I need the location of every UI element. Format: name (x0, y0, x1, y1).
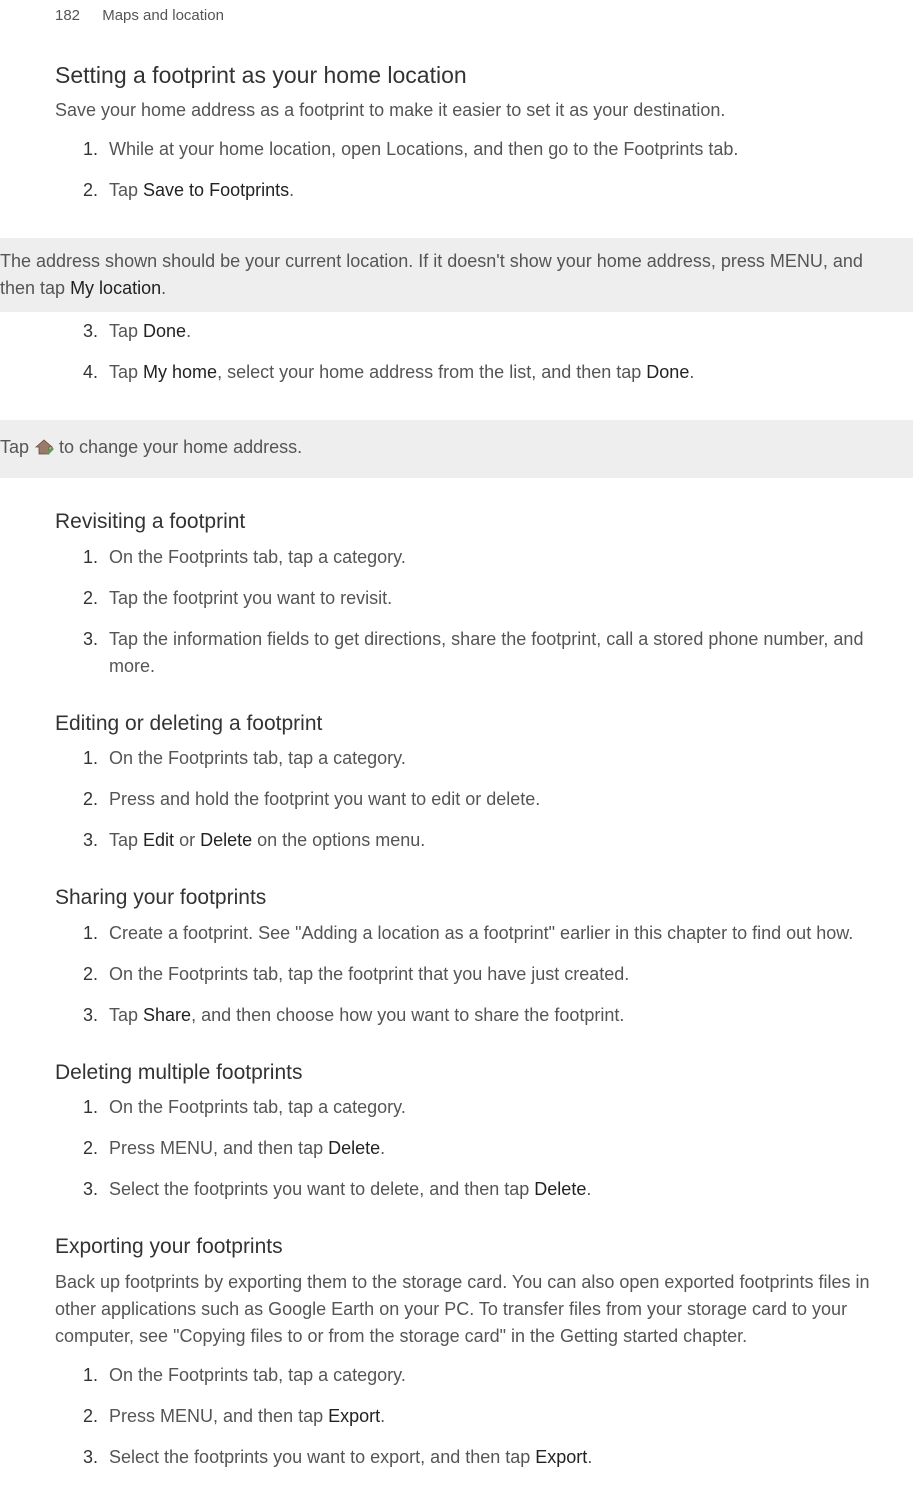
list-item: On the Footprints tab, tap a category. (103, 1094, 913, 1121)
list-item: Tap Save to Footprints. (103, 177, 913, 204)
list-item: Tap Done. (103, 318, 913, 345)
heading-exporting: Exporting your footprints (55, 1231, 913, 1263)
note-callout: The address shown should be your current… (0, 238, 913, 312)
page-number: 182 (55, 5, 80, 28)
list-item: Press and hold the footprint you want to… (103, 786, 913, 813)
list-item: Press MENU, and then tap Export. (103, 1403, 913, 1430)
heading-set-home: Setting a footprint as your home locatio… (55, 58, 913, 93)
list-item: On the Footprints tab, tap a category. (103, 745, 913, 772)
page-header: 182 Maps and location (0, 0, 913, 28)
heading-revisit: Revisiting a footprint (55, 506, 913, 538)
list-item: While at your home location, open Locati… (103, 136, 913, 163)
heading-edit-delete: Editing or deleting a footprint (55, 708, 913, 740)
list-item: Select the footprints you want to export… (103, 1444, 913, 1471)
list-item: Press MENU, and then tap Delete. (103, 1135, 913, 1162)
list-item: On the Footprints tab, tap the footprint… (103, 961, 913, 988)
list-item: On the Footprints tab, tap a category. (103, 544, 913, 571)
heading-sharing: Sharing your footprints (55, 882, 913, 914)
heading-delete-multiple: Deleting multiple footprints (55, 1057, 913, 1089)
intro-set-home: Save your home address as a footprint to… (55, 97, 913, 124)
list-item: On the Footprints tab, tap a category. (103, 1362, 913, 1389)
list-item: Tap the information fields to get direct… (103, 626, 913, 680)
list-item: Tap Share, and then choose how you want … (103, 1002, 913, 1029)
intro-exporting: Back up footprints by exporting them to … (55, 1269, 913, 1350)
list-item: Tap the footprint you want to revisit. (103, 585, 913, 612)
home-icon (34, 437, 54, 464)
list-item: Tap My home, select your home address fr… (103, 359, 913, 386)
tip-callout: Tap to change your home address. (0, 420, 913, 478)
list-item: Tap Edit or Delete on the options menu. (103, 827, 913, 854)
header-section: Maps and location (102, 7, 224, 24)
list-item: Select the footprints you want to delete… (103, 1176, 913, 1203)
list-item: Create a footprint. See "Adding a locati… (103, 920, 913, 947)
